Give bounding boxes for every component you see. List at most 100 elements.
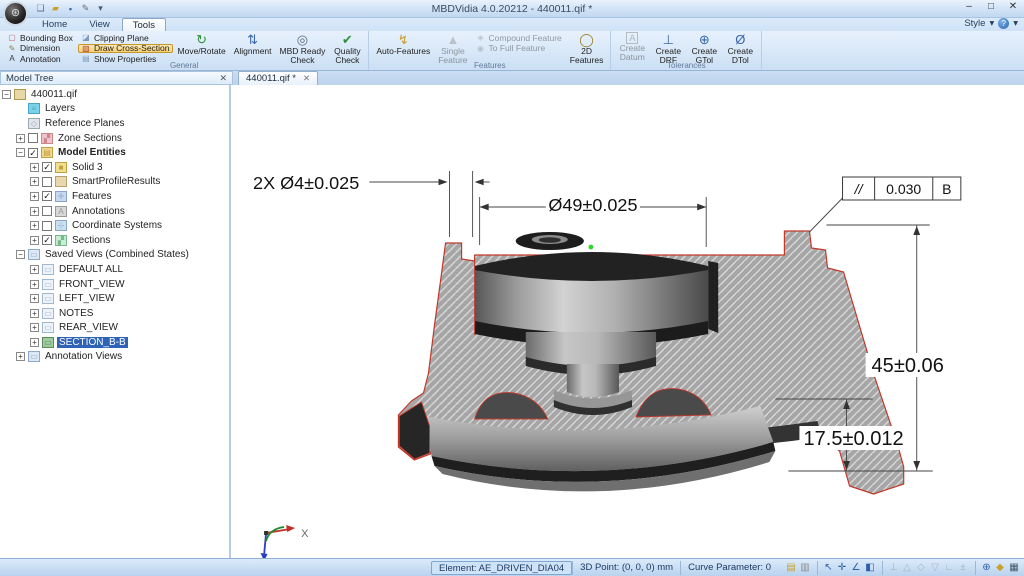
- position-icon[interactable]: ⊕: [975, 561, 993, 575]
- viewport-3d[interactable]: 2X Ø4±0.025 Ø49±0.025 45±0.06 17.5±0.012…: [231, 85, 1024, 558]
- part-cross-section[interactable]: [398, 231, 903, 494]
- tree-checkbox-unchecked[interactable]: [42, 177, 52, 187]
- tree-checkbox-unchecked[interactable]: [42, 221, 52, 231]
- tree-item-left-view[interactable]: +▭LEFT_VIEW: [0, 291, 229, 306]
- tree-item-zone-sections[interactable]: +▞Zone Sections: [0, 131, 229, 146]
- snap-perpendicular-icon[interactable]: ⊥: [882, 561, 900, 575]
- tree-expander[interactable]: +: [30, 236, 39, 245]
- dim-step-label[interactable]: 17.5±0.012: [803, 428, 903, 450]
- alignment-button[interactable]: ⇅Alignment: [231, 32, 275, 56]
- grid-icon[interactable]: ▦: [1007, 561, 1021, 575]
- tree-expander[interactable]: +: [30, 177, 39, 186]
- document-tab[interactable]: 440011.qif * ✕: [238, 71, 318, 85]
- select-surface-icon[interactable]: ◧: [863, 561, 877, 575]
- tree-item-layers[interactable]: ≡Layers: [0, 102, 229, 117]
- tree-expander[interactable]: +: [30, 163, 39, 172]
- tree-item-annotation-views[interactable]: +▭Annotation Views: [0, 350, 229, 365]
- dim-holes-label[interactable]: 2X Ø4±0.025: [253, 173, 359, 193]
- customize-icon[interactable]: ✎: [79, 3, 92, 15]
- stem-cylinder[interactable]: [567, 364, 619, 397]
- tree-expander[interactable]: +: [30, 280, 39, 289]
- tree-item-440011-qif[interactable]: −440011.qif: [0, 87, 229, 102]
- tree-item-smartprofileresults[interactable]: +SmartProfileResults: [0, 175, 229, 190]
- cad-canvas[interactable]: 2X Ø4±0.025 Ø49±0.025 45±0.06 17.5±0.012…: [231, 85, 1024, 558]
- help-dropdown-icon[interactable]: ▾: [1013, 18, 1018, 29]
- tree-expander[interactable]: −: [16, 148, 25, 157]
- feature-control-frame[interactable]: // 0.030 B: [843, 177, 961, 200]
- create-dtol-button[interactable]: ØCreate DTol: [723, 32, 757, 65]
- tree-item-default-all[interactable]: +▭DEFAULT ALL: [0, 262, 229, 277]
- mbd-ready-check-button[interactable]: ◎MBD Ready Check: [277, 32, 329, 65]
- dim-height-label[interactable]: 45±0.06: [872, 355, 944, 377]
- tree-item-solid-3[interactable]: +✓■Solid 3: [0, 160, 229, 175]
- save-icon[interactable]: ▪: [64, 3, 77, 15]
- style-menu[interactable]: Style: [964, 18, 985, 29]
- minimize-button[interactable]: –: [962, 1, 976, 12]
- select-curve-icon[interactable]: ∠: [849, 561, 863, 575]
- tab-view[interactable]: View: [79, 18, 119, 31]
- application-menu-button[interactable]: ⊛: [3, 1, 28, 26]
- snap-diamond-icon[interactable]: ◇: [914, 561, 928, 575]
- style-dropdown-icon[interactable]: ▾: [989, 18, 994, 29]
- dimension-button[interactable]: ✎Dimension: [4, 44, 76, 54]
- help-icon[interactable]: ?: [998, 18, 1009, 29]
- create-gtol-button[interactable]: ⊕Create GTol: [687, 32, 721, 65]
- tree-item-annotations[interactable]: +AAnnotations: [0, 204, 229, 219]
- tree-item-rear-view[interactable]: +▭REAR_VIEW: [0, 321, 229, 336]
- tree-item-reference-planes[interactable]: ◇Reference Planes: [0, 116, 229, 131]
- tree-expander[interactable]: +: [30, 309, 39, 318]
- tree-checkbox-unchecked[interactable]: [28, 133, 38, 143]
- tree-checkbox-checked[interactable]: ✓: [42, 162, 52, 172]
- quality-check-button[interactable]: ✔Quality Check: [330, 32, 364, 65]
- open-file-icon[interactable]: ▰: [49, 3, 62, 15]
- bounding-box-button[interactable]: ▢Bounding Box: [4, 33, 76, 43]
- tab-home[interactable]: Home: [32, 18, 77, 31]
- create-drf-button[interactable]: ⊥Create DRF: [651, 32, 685, 65]
- tree-item-front-view[interactable]: +▭FRONT_VIEW: [0, 277, 229, 292]
- clipping-plane-button[interactable]: ◪Clipping Plane: [78, 33, 173, 43]
- tree-expander[interactable]: +: [16, 352, 25, 361]
- maximize-button[interactable]: □: [984, 1, 998, 12]
- tolerance-icon[interactable]: ±: [956, 561, 970, 575]
- tree-checkbox-checked[interactable]: ✓: [42, 235, 52, 245]
- tree-expander[interactable]: +: [30, 207, 39, 216]
- move-rotate-button[interactable]: ↻Move/Rotate: [175, 32, 229, 56]
- snap-nadir-icon[interactable]: ▽: [928, 561, 942, 575]
- tree-item-saved-views-combined-states[interactable]: −▭Saved Views (Combined States): [0, 248, 229, 263]
- tree-expander[interactable]: +: [16, 134, 25, 143]
- tree-item-features[interactable]: +✓✛Features: [0, 189, 229, 204]
- snap-triangle-icon[interactable]: △: [900, 561, 914, 575]
- snap-angle-icon[interactable]: ∟: [942, 561, 956, 575]
- document-tab-close-icon[interactable]: ✕: [303, 73, 310, 84]
- tree-expander[interactable]: +: [30, 192, 39, 201]
- tree-expander[interactable]: +: [30, 221, 39, 230]
- dim-diameter-label[interactable]: Ø49±0.025: [548, 195, 637, 215]
- draw-cross-section-button[interactable]: ▨Draw Cross-Section: [78, 44, 173, 54]
- tab-tools[interactable]: Tools: [122, 18, 166, 31]
- new-document-icon[interactable]: ❏: [34, 3, 47, 15]
- 2d-features-button[interactable]: ◯2D Features: [567, 32, 607, 65]
- export-icon[interactable]: ▥: [798, 561, 812, 575]
- flag-icon[interactable]: ◆: [993, 561, 1007, 575]
- tree-item-model-entities[interactable]: −✓▤Model Entities: [0, 145, 229, 160]
- tree-expander[interactable]: +: [30, 323, 39, 332]
- qat-dropdown-icon[interactable]: ▾: [94, 3, 107, 15]
- tree-expander[interactable]: −: [2, 90, 11, 99]
- tree-item-notes[interactable]: +▭NOTES: [0, 306, 229, 321]
- tree-expander[interactable]: +: [30, 338, 39, 347]
- auto-features-button[interactable]: ↯Auto-Features: [373, 32, 433, 56]
- tree-expander[interactable]: +: [30, 294, 39, 303]
- tree-checkbox-unchecked[interactable]: [42, 206, 52, 216]
- tree-checkbox-checked[interactable]: ✓: [28, 148, 38, 158]
- tree-expander[interactable]: +: [30, 265, 39, 274]
- select-element-icon[interactable]: ↖: [817, 561, 835, 575]
- tree-item-coordinate-systems[interactable]: +⊹Coordinate Systems: [0, 218, 229, 233]
- tree-item-sections[interactable]: +✓▞Sections: [0, 233, 229, 248]
- close-button[interactable]: ✕: [1006, 1, 1020, 12]
- tree-expander[interactable]: −: [16, 250, 25, 259]
- panel-close-icon[interactable]: ✕: [219, 73, 227, 84]
- tree-checkbox-checked[interactable]: ✓: [42, 191, 52, 201]
- select-point-icon[interactable]: ✛: [835, 561, 849, 575]
- open-report-icon[interactable]: ▤: [784, 561, 798, 575]
- tree-item-section-b-b[interactable]: +▭SECTION_B-B: [0, 335, 229, 350]
